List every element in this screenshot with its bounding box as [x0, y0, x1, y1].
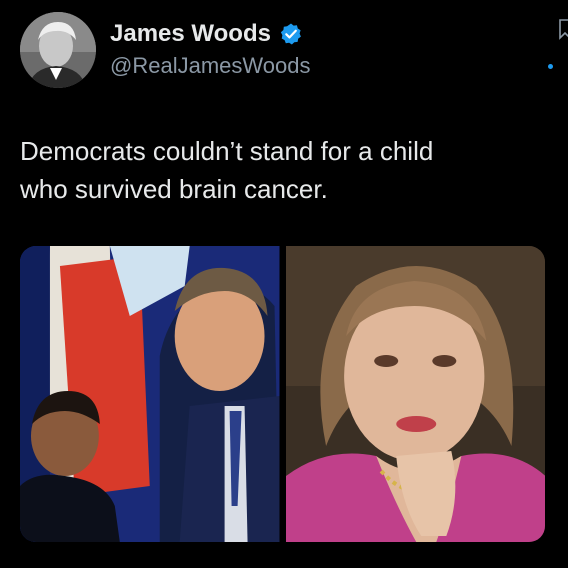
man-with-boy-photo[interactable]: [20, 246, 280, 542]
media-grid: [20, 246, 545, 542]
author-block: James Woods @RealJamesWoods: [110, 18, 310, 79]
name-row: James Woods: [110, 18, 310, 50]
verified-badge-icon: [279, 22, 303, 46]
bookmark-icon[interactable]: [558, 18, 568, 40]
handle[interactable]: @RealJamesWoods: [110, 53, 310, 79]
tweet-post: James Woods @RealJamesWoods Democrats co…: [0, 0, 568, 568]
dot-icon: [548, 64, 553, 69]
woman-in-pink-photo[interactable]: [285, 246, 545, 542]
display-name[interactable]: James Woods: [110, 20, 271, 48]
tweet-text: Democrats couldn’t stand for a child who…: [20, 136, 434, 204]
avatar[interactable]: [20, 12, 96, 88]
